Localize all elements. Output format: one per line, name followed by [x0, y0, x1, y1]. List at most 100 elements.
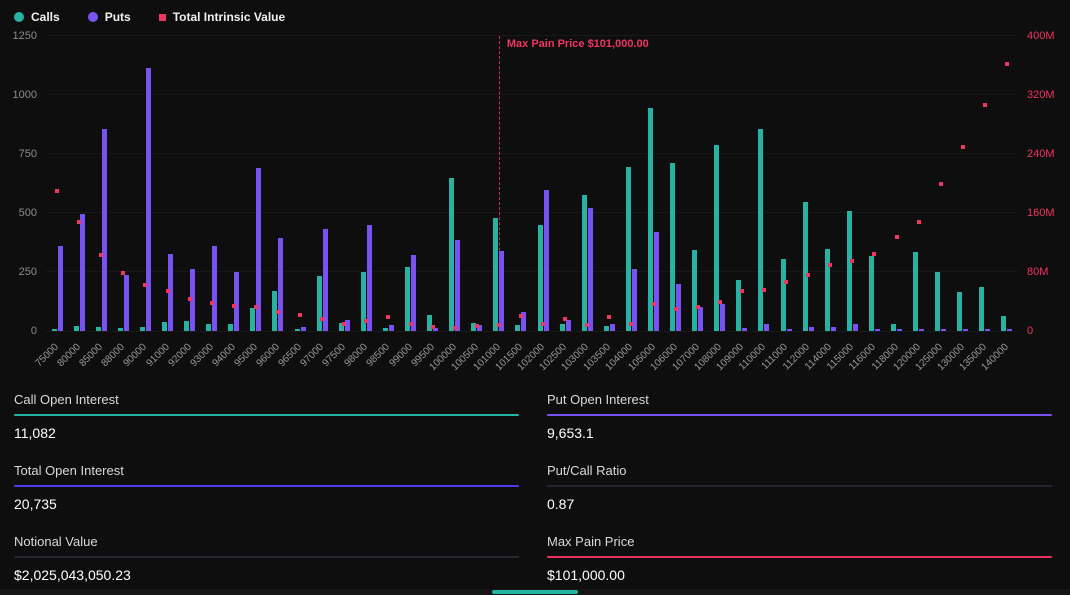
calls-bar — [869, 256, 874, 331]
bar-group[interactable] — [52, 246, 63, 331]
x-axis-tick-label: 92000 — [166, 342, 193, 369]
bar-group[interactable] — [206, 246, 217, 331]
calls-bar — [295, 329, 300, 331]
bar-group[interactable] — [118, 275, 129, 331]
stat-value: $2,025,043,050.23 — [14, 558, 519, 583]
bar-group[interactable] — [979, 287, 990, 331]
intrinsic-value-marker — [806, 273, 810, 277]
puts-bar — [1007, 329, 1012, 331]
puts-bar — [588, 208, 593, 331]
intrinsic-value-marker — [872, 252, 876, 256]
bar-group[interactable] — [758, 129, 769, 331]
stat-label: Max Pain Price — [547, 534, 1052, 556]
bar-group[interactable] — [825, 249, 836, 331]
x-axis-tick-label: 98000 — [343, 342, 370, 369]
bar-group[interactable] — [582, 195, 593, 331]
bar-group[interactable] — [228, 272, 239, 331]
bar-group[interactable] — [96, 129, 107, 331]
intrinsic-value-marker — [784, 280, 788, 284]
legend-item-calls[interactable]: Calls — [14, 10, 60, 24]
bar-group[interactable] — [493, 218, 504, 331]
x-axis-tick-label: 96500 — [276, 342, 303, 369]
calls-bar — [538, 225, 543, 331]
puts-bar — [720, 304, 725, 331]
stat-put-call-ratio: Put/Call Ratio 0.87 — [547, 463, 1052, 512]
calls-bar — [913, 252, 918, 331]
x-axis-tick-label: 93000 — [188, 342, 215, 369]
bar-group[interactable] — [891, 324, 902, 331]
bar-group[interactable] — [405, 255, 416, 331]
puts-bar — [742, 328, 747, 331]
x-axis-tick-label: 90000 — [122, 342, 149, 369]
bar-group[interactable] — [140, 68, 151, 331]
left-axis-tick-label: 250 — [19, 266, 37, 278]
bar-group[interactable] — [847, 211, 858, 331]
x-axis-tick-label: 95000 — [232, 342, 259, 369]
puts-bar — [212, 246, 217, 331]
plot-area[interactable]: Max Pain Price $101,000.00 0250500750100… — [46, 36, 1018, 332]
bar-group[interactable] — [869, 256, 880, 331]
bar-group[interactable] — [648, 108, 659, 331]
puts-bar — [985, 329, 990, 331]
intrinsic-value-marker — [895, 235, 899, 239]
legend-item-puts[interactable]: Puts — [88, 10, 131, 24]
x-axis-tick-label: 94000 — [210, 342, 237, 369]
intrinsic-value-marker — [364, 319, 368, 323]
bar-group[interactable] — [604, 324, 615, 331]
calls-bar — [935, 272, 940, 331]
gridline — [46, 94, 1018, 95]
bar-group[interactable] — [361, 225, 372, 331]
bar-group[interactable] — [74, 214, 85, 331]
puts-bar — [499, 251, 504, 331]
calls-bar — [96, 327, 101, 331]
calls-bar — [648, 108, 653, 331]
x-axis-tick-label: 88000 — [100, 342, 127, 369]
horizontal-scrollbar[interactable] — [0, 589, 1070, 595]
bar-group[interactable] — [913, 252, 924, 331]
bar-group[interactable] — [449, 178, 460, 331]
bar-group[interactable] — [1001, 316, 1012, 331]
stat-max-pain-price: Max Pain Price $101,000.00 — [547, 534, 1052, 583]
bar-group[interactable] — [692, 250, 703, 331]
bar-group[interactable] — [781, 259, 792, 331]
puts-bar — [367, 225, 372, 331]
bar-group[interactable] — [272, 238, 283, 331]
legend-item-total-intrinsic-value[interactable]: Total Intrinsic Value — [159, 10, 285, 24]
calls-bar — [604, 326, 609, 331]
intrinsic-value-marker — [342, 322, 346, 326]
intrinsic-value-marker — [607, 315, 611, 319]
bar-group[interactable] — [935, 272, 946, 331]
bar-group[interactable] — [295, 327, 306, 331]
intrinsic-value-marker — [519, 314, 523, 318]
intrinsic-value-marker — [210, 301, 214, 305]
calls-bar — [803, 202, 808, 331]
left-axis-tick-label: 500 — [19, 207, 37, 219]
calls-bar — [957, 292, 962, 331]
gridline — [46, 35, 1018, 36]
bar-group[interactable] — [383, 325, 394, 331]
bar-group[interactable] — [803, 202, 814, 331]
bar-group[interactable] — [538, 190, 549, 331]
bar-group[interactable] — [560, 320, 571, 331]
calls-bar — [891, 324, 896, 331]
intrinsic-value-marker — [917, 220, 921, 224]
stat-value: $101,000.00 — [547, 558, 1052, 583]
calls-bar — [781, 259, 786, 331]
bar-group[interactable] — [427, 315, 438, 331]
intrinsic-value-marker — [961, 145, 965, 149]
calls-legend-dot-icon — [14, 12, 24, 22]
calls-bar — [1001, 316, 1006, 331]
bar-group[interactable] — [957, 292, 968, 331]
bar-group[interactable] — [317, 229, 328, 331]
puts-bar — [787, 329, 792, 331]
puts-bar — [323, 229, 328, 331]
legend-label-total-intrinsic-value: Total Intrinsic Value — [173, 10, 285, 24]
bar-group[interactable] — [670, 163, 681, 331]
stat-label: Put/Call Ratio — [547, 463, 1052, 485]
bar-group[interactable] — [736, 280, 747, 331]
puts-bar — [102, 129, 107, 331]
bar-group[interactable] — [626, 167, 637, 331]
scrollbar-thumb[interactable] — [492, 590, 578, 594]
x-axis-tick-label: 80000 — [56, 342, 83, 369]
calls-bar — [979, 287, 984, 331]
